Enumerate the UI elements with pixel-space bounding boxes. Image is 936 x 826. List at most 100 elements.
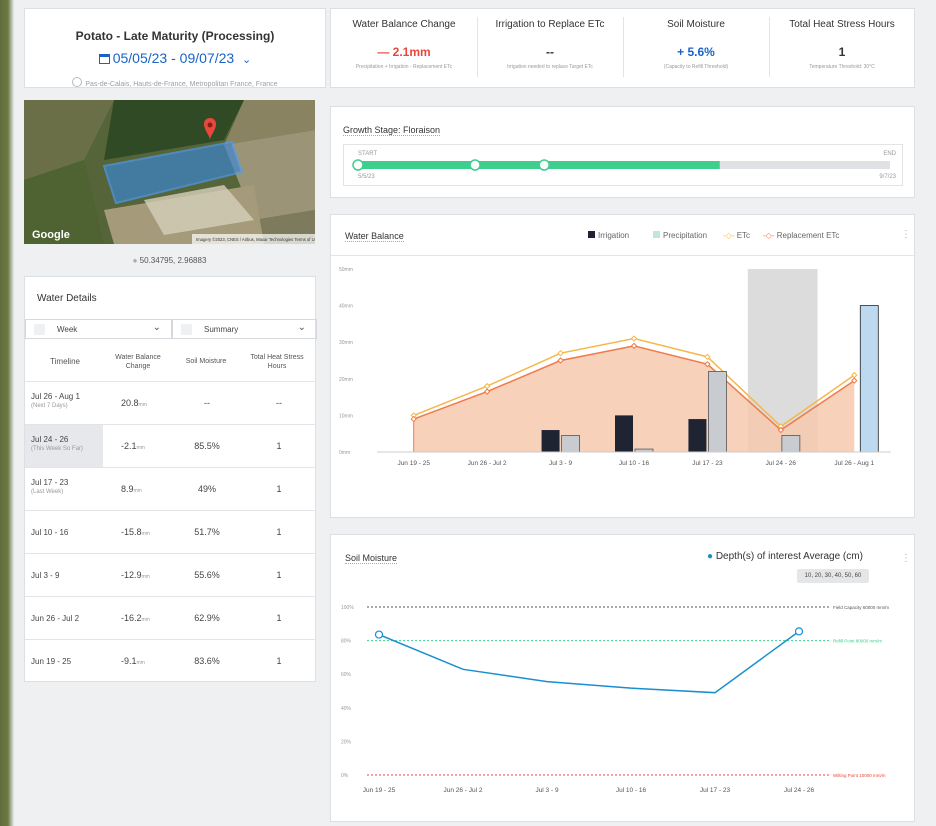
timeline-text: Jul 10 - 16 bbox=[31, 528, 69, 537]
water-balance-card: Water Balance Irrigation Precipitation -… bbox=[330, 214, 915, 518]
calendar-icon bbox=[98, 54, 110, 64]
soil-moisture-point bbox=[374, 630, 384, 639]
wbc-cell: 20.8mm bbox=[121, 398, 147, 408]
wbc-value: -16.2 bbox=[121, 613, 142, 623]
stats-card: Water Balance Change — 2.1mm Precipitation… bbox=[330, 8, 915, 88]
wbc-value: -12.9 bbox=[121, 570, 142, 580]
soil-cell: 85.5% bbox=[194, 441, 220, 451]
wbc-unit: mm bbox=[136, 660, 145, 666]
wbc-unit: mm bbox=[141, 531, 150, 537]
etc-point bbox=[630, 335, 638, 342]
field-header-card: Potato - Late Maturity (Processing) 05/0… bbox=[24, 8, 326, 88]
coordinates: ● 50.34795, 2.96883 bbox=[24, 256, 315, 265]
legend-depth-label: Depth(s) of interest Average (cm) bbox=[715, 551, 863, 562]
view-select[interactable]: Summary ⌄ bbox=[172, 319, 317, 339]
timeline-cell: Jun 26 - Jul 2 bbox=[31, 614, 99, 623]
chevron-down-icon: ⌄ bbox=[297, 322, 306, 333]
stat-irrigation: Irrigation to Replace ETc -- Irrigation ne… bbox=[477, 9, 623, 85]
growth-bar bbox=[352, 159, 890, 171]
depths-badge: 10, 20, 30, 40, 50, 60 bbox=[797, 569, 869, 583]
chevron-down-icon: ⌄ bbox=[152, 322, 161, 333]
stat-value: — 2.1mm bbox=[377, 45, 431, 59]
wbc-value: 8.9 bbox=[121, 484, 134, 494]
timeline-cell: Jul 10 - 16 bbox=[31, 528, 99, 537]
table-row[interactable]: Jun 19 - 25 -9.1mm 83.6% 1 bbox=[25, 639, 315, 683]
y-tick-label: 60% bbox=[341, 672, 352, 678]
x-tick-label: Jul 24 - 26 bbox=[766, 460, 797, 467]
wbc-unit: mm bbox=[138, 402, 147, 408]
timeline-subtext: (This Week So Far) bbox=[31, 446, 83, 452]
wbc-value: -2.1 bbox=[121, 441, 137, 451]
etc-marker-icon: -◇- bbox=[723, 231, 735, 240]
wbc-cell: -12.9mm bbox=[121, 570, 150, 580]
heat-cell: 1 bbox=[276, 527, 282, 537]
stat-heat-stress: Total Heat Stress Hours 1 Temperature Thre… bbox=[769, 9, 915, 85]
more-options-icon[interactable]: ⋮ bbox=[901, 553, 911, 564]
heat-cell: 1 bbox=[276, 484, 282, 494]
field-map[interactable]: Google Imagery ©2023, CNES / Airbus, Max… bbox=[24, 100, 315, 244]
y-tick-label: 80% bbox=[341, 639, 352, 645]
x-tick-label: Jun 19 - 25 bbox=[363, 787, 396, 794]
period-select[interactable]: Week ⌄ bbox=[25, 319, 172, 339]
replacement-marker-icon: -◇- bbox=[763, 231, 775, 240]
irrigation-bar bbox=[541, 430, 560, 452]
x-tick-label: Jul 10 - 16 bbox=[616, 787, 647, 794]
soil-moisture-chart: 0% 20% 40% 60% 80% 100% Field Capacity 60000 m… bbox=[341, 605, 889, 794]
heat-cell: 1 bbox=[276, 441, 282, 451]
legend-etc-label: ETc bbox=[736, 231, 751, 240]
irrigation-bar bbox=[688, 419, 707, 452]
col-header-wbc: Water Balance Change bbox=[115, 354, 161, 370]
table-row[interactable]: Jul 3 - 9 -12.9mm 55.6% 1 bbox=[25, 553, 315, 597]
google-logo: Google bbox=[32, 229, 70, 241]
legend-etc[interactable]: -◇- ETc bbox=[723, 231, 750, 240]
y-tick-label: 100% bbox=[341, 605, 354, 611]
dashboard: Potato - Late Maturity (Processing) 05/0… bbox=[14, 0, 936, 826]
irrigation-swatch-icon bbox=[588, 231, 595, 238]
table-header-row: Timeline Water Balance Change Soil Moist… bbox=[25, 343, 315, 381]
date-range-picker[interactable]: 05/05/23 - 09/07/23 ⌄ bbox=[25, 50, 325, 66]
wilting-point-label: Wilting Point 10000 mm/m bbox=[833, 773, 886, 778]
table-row[interactable]: Jul 24 - 26 (This Week So Far) -2.1mm 85.5%… bbox=[25, 424, 315, 468]
stat-subtitle: Precipitation + Irrigation - Replacement… bbox=[355, 64, 453, 70]
divider bbox=[331, 255, 914, 256]
wbc-unit: mm bbox=[136, 445, 145, 451]
water-details-title: Water Details bbox=[37, 293, 97, 304]
wbc-cell: -2.1mm bbox=[121, 441, 145, 451]
legend-precipitation[interactable]: Precipitation bbox=[653, 231, 707, 240]
wbc-unit: mm bbox=[141, 574, 150, 580]
location-text: Pas-de-Calais, Hauts-de-France, Metropol… bbox=[85, 81, 278, 88]
timeline-text: Jul 26 - Aug 1 bbox=[31, 392, 80, 401]
col-header-soil: Soil Moisture bbox=[185, 358, 227, 365]
wbc-value: -9.1 bbox=[121, 656, 137, 666]
legend-depth[interactable]: ● Depth(s) of interest Average (cm) bbox=[707, 551, 863, 562]
period-value: Week bbox=[57, 325, 78, 334]
table-row[interactable]: Jul 10 - 16 -15.8mm 51.7% 1 bbox=[25, 510, 315, 554]
irrigation-bar bbox=[615, 415, 633, 452]
soil-cell: -- bbox=[204, 398, 210, 408]
heat-cell: -- bbox=[276, 398, 282, 408]
map-imagery: Google Imagery ©2023, CNES / Airbus, Max… bbox=[24, 100, 315, 244]
y-tick-label: 40mm bbox=[339, 304, 353, 310]
legend-replacement-etc[interactable]: -◇- Replacement ETc bbox=[763, 231, 839, 240]
depth-dot-icon: ● bbox=[707, 551, 714, 562]
stat-subtitle: (Capacity to Refill Threshold) bbox=[663, 64, 729, 70]
timeline-cell: Jul 24 - 26 (This Week So Far) bbox=[31, 435, 99, 452]
growth-milestone bbox=[352, 159, 364, 171]
period-icon bbox=[34, 324, 45, 335]
stat-title: Soil Moisture bbox=[667, 19, 725, 30]
more-options-icon[interactable]: ⋮ bbox=[901, 229, 911, 240]
legend-irrigation-label: Irrigation bbox=[598, 231, 630, 240]
table-row[interactable]: Jun 26 - Jul 2 -16.2mm 62.9% 1 bbox=[25, 596, 315, 640]
growth-milestone bbox=[538, 159, 550, 171]
timeline-cell: Jul 26 - Aug 1 (Next 7 Days) bbox=[31, 392, 99, 409]
table-row[interactable]: Jul 17 - 23 (Last Week) 8.9mm 49% 1 bbox=[25, 467, 315, 511]
view-value: Summary bbox=[204, 325, 239, 334]
soil-cell: 49% bbox=[197, 484, 216, 494]
stat-value: 1 bbox=[838, 45, 846, 59]
soil-cell: 83.6% bbox=[194, 656, 220, 666]
legend-irrigation[interactable]: Irrigation bbox=[588, 231, 629, 240]
table-row[interactable]: Jul 26 - Aug 1 (Next 7 Days) 20.8mm -- -- bbox=[25, 381, 315, 425]
growth-milestone bbox=[469, 159, 481, 171]
y-tick-label: 20% bbox=[341, 739, 352, 745]
timeline-text: Jul 3 - 9 bbox=[31, 571, 60, 580]
